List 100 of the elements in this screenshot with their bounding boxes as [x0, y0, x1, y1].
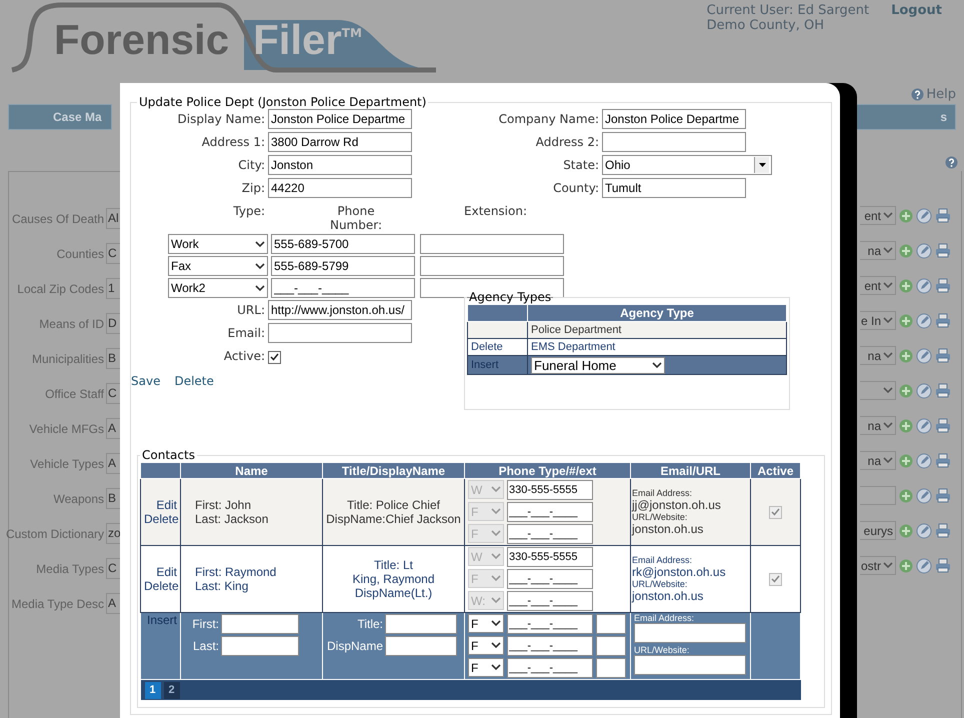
phone-number-field[interactable]: 330-555-5555	[507, 547, 593, 567]
print-icon[interactable]	[935, 313, 951, 328]
text-field[interactable]: Jonston	[268, 155, 412, 175]
add-icon[interactable]	[899, 558, 913, 572]
phone-type-select[interactable]: F	[468, 658, 504, 677]
lookup-select[interactable]	[860, 381, 896, 400]
state-select[interactable]: Ohio	[602, 155, 772, 175]
text-field[interactable]: 44220	[268, 178, 412, 198]
help-icon[interactable]	[945, 156, 958, 169]
active-checkbox[interactable]	[268, 350, 281, 364]
email-field[interactable]	[268, 323, 412, 343]
email-field[interactable]	[634, 623, 746, 643]
lookup-select[interactable]: e In	[860, 311, 896, 330]
lookup-select[interactable]: na	[860, 346, 896, 365]
edit-icon[interactable]	[916, 312, 932, 328]
add-icon[interactable]	[899, 454, 913, 468]
url-field[interactable]	[634, 655, 746, 675]
print-icon[interactable]	[935, 488, 951, 503]
add-icon[interactable]	[899, 384, 913, 398]
phone-number-field[interactable]: ___-___-____	[507, 614, 593, 634]
display-name-field[interactable]	[385, 636, 457, 656]
phone-type-select[interactable]: F	[468, 636, 504, 655]
edit-icon[interactable]	[916, 558, 932, 574]
row-action-link[interactable]: Edit	[144, 498, 177, 512]
print-icon[interactable]	[935, 348, 951, 363]
text-field[interactable]: Tumult	[602, 178, 746, 198]
action-link[interactable]: Delete	[174, 374, 214, 388]
row-action-link[interactable]: Edit	[144, 565, 177, 579]
lookup-field[interactable]	[860, 486, 896, 505]
add-icon[interactable]	[899, 244, 913, 258]
lookup-field[interactable]: eurys	[860, 521, 896, 540]
edit-icon[interactable]	[916, 278, 932, 294]
print-icon[interactable]	[935, 453, 951, 468]
add-icon[interactable]	[899, 278, 913, 292]
add-icon[interactable]	[899, 208, 913, 222]
extension-field[interactable]	[420, 234, 564, 254]
action-link[interactable]: Save	[131, 374, 160, 388]
agency-type-select[interactable]: Funeral Home	[531, 356, 665, 374]
edit-icon[interactable]	[916, 382, 932, 398]
phone-number-field[interactable]: 555-689-5700	[271, 234, 415, 254]
add-icon[interactable]	[899, 418, 913, 432]
print-icon[interactable]	[935, 418, 951, 433]
phone-number-field[interactable]: 555-689-5799	[271, 256, 415, 276]
phone-number-field[interactable]: ___-___-____	[507, 636, 593, 656]
print-icon[interactable]	[935, 558, 951, 573]
page-button[interactable]: 2	[164, 682, 180, 698]
lookup-select[interactable]: ent	[860, 206, 896, 225]
text-field[interactable]: 3800 Darrow Rd	[268, 132, 412, 152]
text-field[interactable]	[602, 132, 746, 152]
edit-icon[interactable]	[916, 242, 932, 258]
add-icon[interactable]	[899, 348, 913, 362]
add-icon[interactable]	[899, 488, 913, 502]
phone-number-field[interactable]: ___-___-____	[507, 502, 593, 522]
url-field[interactable]: http://www.jonston.oh.us/	[268, 300, 412, 320]
phone-number-field[interactable]: ___-___-____	[507, 591, 593, 611]
edit-icon[interactable]	[916, 488, 932, 504]
phone-type-select[interactable]: F	[468, 614, 504, 633]
lookup-select[interactable]: ent	[860, 276, 896, 295]
extension-field[interactable]	[596, 658, 626, 678]
row-action-link[interactable]: Delete	[144, 579, 177, 593]
phone-number-field[interactable]: ___-___-____	[507, 569, 593, 589]
active-checkbox[interactable]	[769, 506, 782, 518]
text-field[interactable]: Jonston Police Departme	[268, 109, 412, 129]
title-field[interactable]	[385, 614, 457, 634]
phone-type-select[interactable]: Work2	[168, 278, 268, 298]
add-icon[interactable]	[899, 314, 913, 328]
add-icon[interactable]	[899, 524, 913, 538]
text-field[interactable]: Jonston Police Departme	[602, 109, 746, 129]
edit-icon[interactable]	[916, 452, 932, 468]
lookup-select[interactable]: na	[860, 241, 896, 260]
print-icon[interactable]	[935, 523, 951, 538]
edit-icon[interactable]	[916, 348, 932, 364]
last-name-field[interactable]	[221, 636, 299, 656]
phone-number-field[interactable]: ___-___-____	[507, 658, 593, 678]
active-checkbox[interactable]	[769, 572, 782, 586]
first-name-field[interactable]	[221, 614, 299, 634]
lookup-select[interactable]: na	[860, 451, 896, 470]
print-icon[interactable]	[935, 208, 951, 223]
phone-number-field[interactable]: ___-___-____	[271, 278, 415, 298]
lookup-select[interactable]: na	[860, 416, 896, 435]
extension-field[interactable]	[596, 636, 626, 656]
extension-field[interactable]	[596, 614, 626, 634]
delete-link[interactable]: Delete	[468, 338, 528, 356]
edit-icon[interactable]	[916, 208, 932, 224]
lookup-select[interactable]: ostr	[860, 556, 896, 575]
phone-type-select[interactable]: Fax	[168, 256, 268, 276]
extension-field[interactable]	[420, 256, 564, 276]
print-icon[interactable]	[935, 243, 951, 258]
page-button[interactable]: 1	[144, 682, 160, 698]
edit-icon[interactable]	[916, 522, 932, 538]
insert-link[interactable]: Insert	[140, 612, 180, 680]
phone-type-select[interactable]: Work	[168, 234, 268, 254]
chevron-icon	[883, 282, 893, 289]
phone-number-field[interactable]: ___-___-____	[507, 524, 593, 544]
phone-number-field[interactable]: 330-555-5555	[507, 480, 593, 500]
print-icon[interactable]	[935, 383, 951, 398]
print-icon[interactable]	[935, 278, 951, 293]
row-action-link[interactable]: Delete	[144, 512, 177, 526]
help-icon[interactable]	[911, 88, 924, 100]
edit-icon[interactable]	[916, 418, 932, 434]
